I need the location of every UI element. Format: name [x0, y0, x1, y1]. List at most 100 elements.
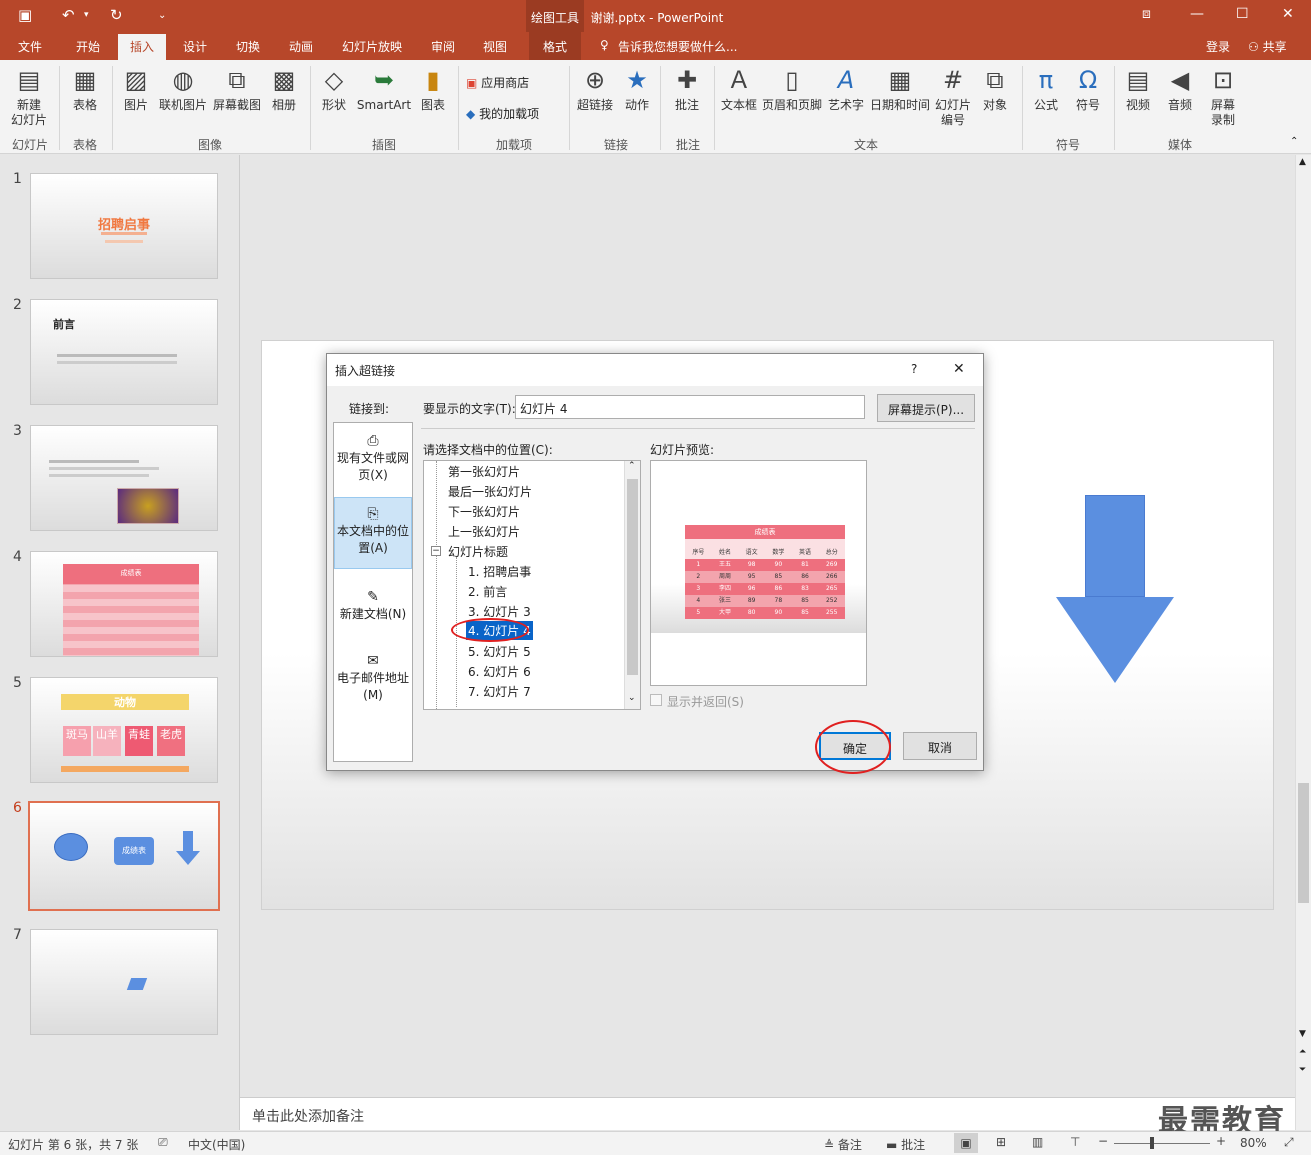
- equation-button[interactable]: π 公式: [1028, 66, 1064, 113]
- screenshot-button[interactable]: ⧉ 屏幕截图: [210, 66, 264, 113]
- audio-button[interactable]: ◀ 音频: [1162, 66, 1198, 113]
- tab-design[interactable]: 设计: [183, 38, 207, 55]
- normal-view-icon[interactable]: ▣: [954, 1133, 978, 1153]
- spellcheck-icon[interactable]: ⎚: [158, 1135, 168, 1150]
- zoom-out-icon[interactable]: −: [1098, 1134, 1108, 1148]
- tab-file[interactable]: 文件: [18, 38, 42, 55]
- tree-scroll-up-icon[interactable]: ⌃: [628, 461, 636, 471]
- slide-thumb-4[interactable]: 成绩表: [30, 551, 218, 657]
- tab-home[interactable]: 开始: [76, 38, 100, 55]
- screen-record-button[interactable]: ⊡ 屏幕 录制: [1204, 66, 1242, 128]
- prev-slide-icon[interactable]: ⏶: [1299, 1047, 1306, 1057]
- link-new-document[interactable]: ✎ 新建文档(N): [334, 589, 412, 623]
- symbol-button[interactable]: Ω 符号: [1070, 66, 1106, 113]
- tree-slide-2[interactable]: 2. 前言: [468, 583, 507, 600]
- album-button[interactable]: ▩ 相册: [266, 66, 302, 113]
- zoom-in-icon[interactable]: +: [1216, 1134, 1226, 1148]
- help-button[interactable]: ?: [911, 362, 917, 376]
- online-picture-button[interactable]: ◍ 联机图片: [156, 66, 210, 113]
- scroll-up-icon[interactable]: ▲: [1299, 157, 1306, 167]
- next-slide-icon[interactable]: ⏷: [1299, 1065, 1306, 1075]
- tab-animations[interactable]: 动画: [289, 38, 313, 55]
- tree-slide-7[interactable]: 7. 幻灯片 7: [468, 683, 531, 700]
- place-tree[interactable]: 第一张幻灯片 最后一张幻灯片 下一张幻灯片 上一张幻灯片 − 幻灯片标题 1. …: [423, 460, 641, 710]
- fit-slide-icon[interactable]: ⤢: [1284, 1135, 1294, 1150]
- tab-transitions[interactable]: 切换: [236, 38, 260, 55]
- action-button[interactable]: ★ 动作: [620, 66, 654, 113]
- slide-thumb-1[interactable]: 招聘启事: [30, 173, 218, 279]
- smartart-button[interactable]: ➥ SmartArt: [356, 66, 412, 113]
- tree-slide-6[interactable]: 6. 幻灯片 6: [468, 663, 531, 680]
- new-slide-button[interactable]: ▤ 新建 幻灯片: [6, 66, 52, 128]
- zoom-level[interactable]: 80%: [1240, 1136, 1267, 1150]
- down-arrow-shape[interactable]: [1056, 495, 1174, 683]
- undo-dropdown-icon[interactable]: ▾: [84, 10, 89, 20]
- slide-thumb-6[interactable]: 成绩表: [28, 801, 220, 911]
- tree-last-slide[interactable]: 最后一张幻灯片: [448, 483, 532, 500]
- slide-thumb-2[interactable]: 前言: [30, 299, 218, 405]
- minimize-icon[interactable]: —: [1190, 6, 1204, 22]
- link-place-in-document[interactable]: ⎘ 本文档中的位置(A): [334, 497, 412, 569]
- picture-button[interactable]: ▨ 图片: [118, 66, 154, 113]
- reading-view-icon[interactable]: ▥: [1032, 1135, 1043, 1149]
- zoom-slider-thumb[interactable]: [1150, 1137, 1154, 1149]
- customize-qat-icon[interactable]: ⌄: [158, 10, 166, 21]
- close-window-icon[interactable]: ✕: [1282, 6, 1294, 22]
- tell-me-box[interactable]: 告诉我您想要做什么...: [618, 38, 737, 55]
- notes-toggle[interactable]: ≜ 备注: [824, 1136, 862, 1153]
- save-icon[interactable]: ▣: [18, 6, 32, 24]
- collapse-ribbon-icon[interactable]: ⌃: [1290, 136, 1298, 147]
- tree-collapse-icon[interactable]: −: [431, 546, 441, 556]
- tree-slide-titles[interactable]: 幻灯片标题: [448, 543, 508, 560]
- object-button[interactable]: ⧉ 对象: [976, 66, 1014, 113]
- tree-next-slide[interactable]: 下一张幻灯片: [448, 503, 520, 520]
- undo-icon[interactable]: ↶: [62, 6, 75, 24]
- tree-first-slide[interactable]: 第一张幻灯片: [448, 463, 520, 480]
- language-indicator[interactable]: 中文(中国): [188, 1136, 245, 1153]
- slide-number-button[interactable]: # 幻灯片 编号: [932, 66, 974, 128]
- slide-thumb-3[interactable]: [30, 425, 218, 531]
- comments-toggle[interactable]: ▬ 批注: [886, 1136, 925, 1153]
- share-button[interactable]: ⚇ 共享: [1248, 38, 1287, 55]
- date-time-button[interactable]: ▦ 日期和时间: [868, 66, 932, 113]
- shapes-button[interactable]: ◇ 形状: [316, 66, 352, 113]
- video-button[interactable]: ▤ 视频: [1120, 66, 1156, 113]
- chart-button[interactable]: ▮ 图表: [416, 66, 450, 113]
- tab-format[interactable]: 格式: [543, 38, 567, 55]
- sorter-view-icon[interactable]: ⊞: [996, 1135, 1006, 1149]
- tree-scroll-down-icon[interactable]: ⌄: [628, 693, 636, 703]
- header-footer-button[interactable]: ▯ 页眉和页脚: [760, 66, 824, 113]
- slide-thumb-5[interactable]: 动物 斑马 山羊 青蛙 老虎: [30, 677, 218, 783]
- my-addins-button[interactable]: ◆ 我的加载项: [466, 105, 539, 122]
- tab-review[interactable]: 审阅: [431, 38, 455, 55]
- comment-button[interactable]: ✚ 批注: [668, 66, 706, 113]
- slide-thumb-7[interactable]: [30, 929, 218, 1035]
- tree-scroll-thumb[interactable]: [627, 479, 638, 675]
- dialog-close-button[interactable]: ✕: [953, 361, 965, 377]
- tree-slide-1[interactable]: 1. 招聘启事: [468, 563, 531, 580]
- tab-slideshow[interactable]: 幻灯片放映: [342, 38, 402, 55]
- zoom-slider[interactable]: [1114, 1143, 1210, 1144]
- link-existing-file[interactable]: ⎙ 现有文件或网页(X): [334, 433, 412, 484]
- tab-view[interactable]: 视图: [483, 38, 507, 55]
- textbox-button[interactable]: Ａ 文本框: [718, 66, 760, 113]
- wordart-button[interactable]: A 艺术字: [826, 66, 866, 113]
- cancel-button[interactable]: 取消: [903, 732, 977, 760]
- slideshow-view-icon[interactable]: ⊤: [1070, 1135, 1080, 1149]
- notes-pane[interactable]: 单击此处添加备注 最需教育: [240, 1097, 1295, 1139]
- show-return-checkbox[interactable]: [650, 694, 662, 706]
- scroll-thumb[interactable]: [1298, 783, 1309, 903]
- tree-slide-5[interactable]: 5. 幻灯片 5: [468, 643, 531, 660]
- tree-scrollbar[interactable]: ⌃ ⌄: [624, 461, 640, 709]
- login-link[interactable]: 登录: [1206, 38, 1230, 55]
- link-email-address[interactable]: ✉ 电子邮件地址(M): [334, 653, 412, 704]
- vertical-scrollbar[interactable]: ▲ ▼ ⏶ ⏷: [1295, 155, 1311, 1130]
- ribbon-display-icon[interactable]: ⧈: [1142, 6, 1151, 22]
- screen-tip-button[interactable]: 屏幕提示(P)...: [877, 394, 975, 422]
- tab-insert[interactable]: 插入: [118, 34, 166, 60]
- display-text-input[interactable]: 幻灯片 4: [515, 395, 865, 419]
- hyperlink-button[interactable]: ⊕ 超链接: [574, 66, 616, 113]
- maximize-icon[interactable]: ☐: [1236, 6, 1249, 22]
- redo-icon[interactable]: ↻: [110, 6, 123, 24]
- scroll-down-icon[interactable]: ▼: [1299, 1029, 1306, 1039]
